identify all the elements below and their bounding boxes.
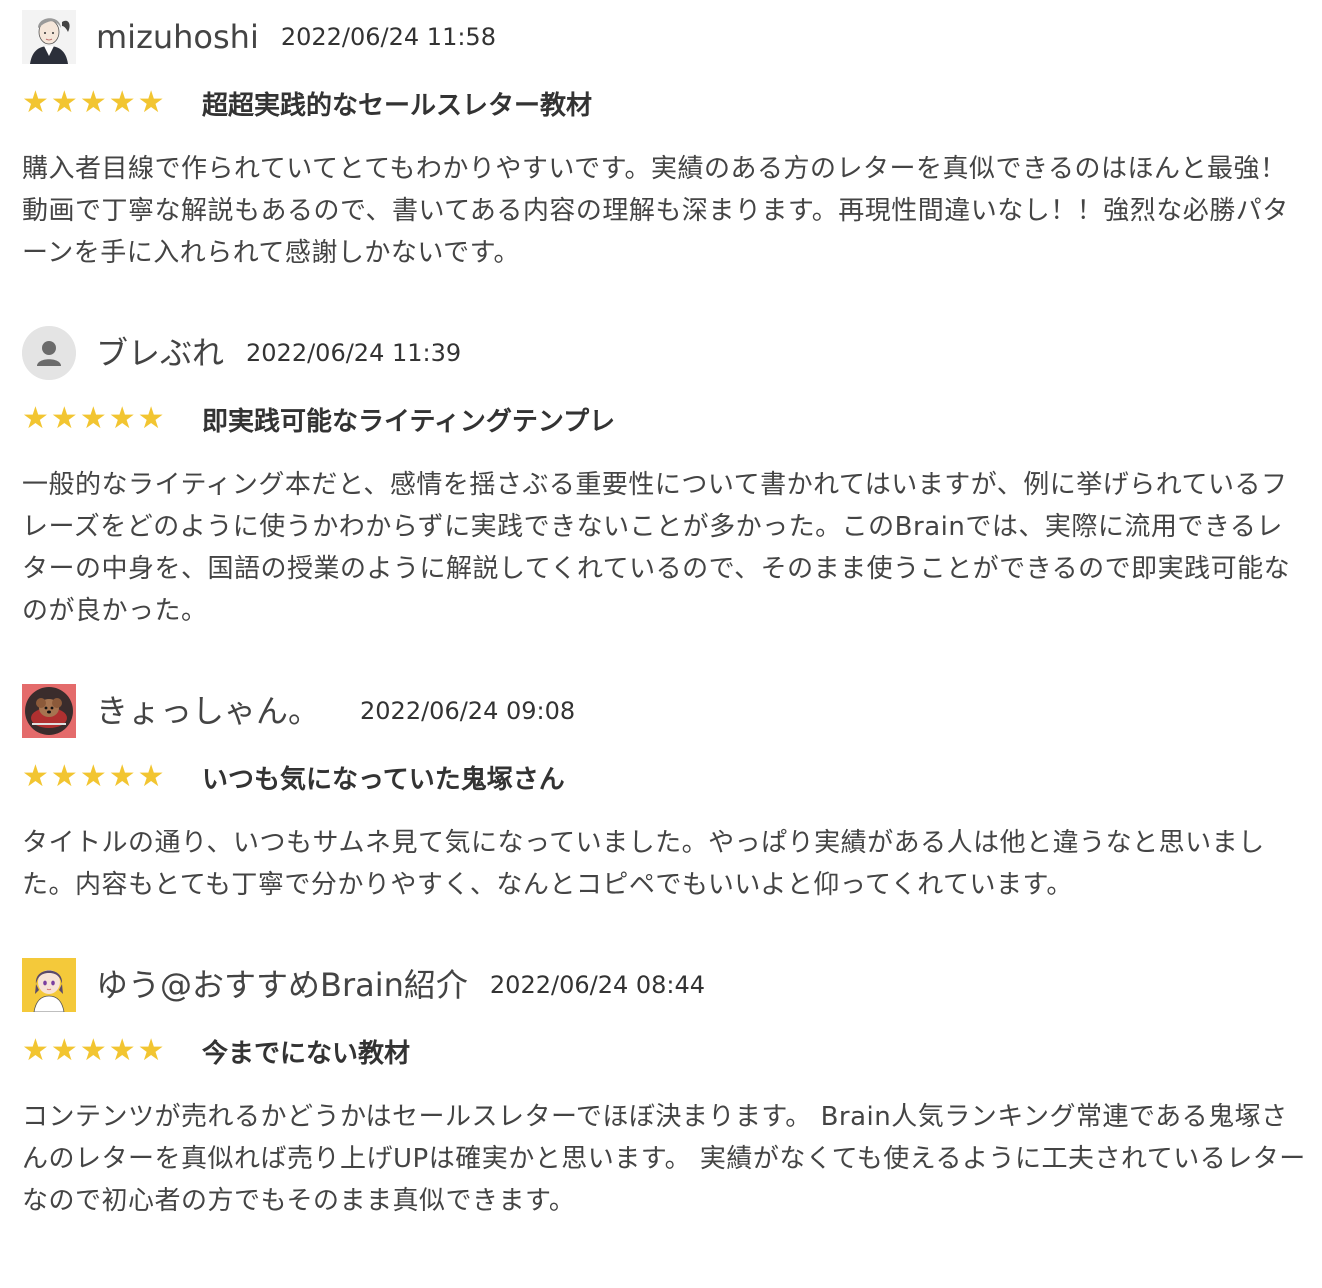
star-icon: ★ — [108, 1033, 136, 1068]
star-rating: ★ ★ ★ ★ ★ — [22, 1036, 180, 1066]
star-icon: ★ — [50, 85, 78, 120]
review-body: コンテンツが売れるかどうかはセールスレターでほぼ決まります。 Brain人気ラン… — [22, 1102, 1306, 1216]
review-body: タイトルの通り、いつもサムネ見て気になっていました。やっぱり実績がある人は他と違… — [22, 828, 1265, 900]
star-icon: ★ — [79, 1033, 107, 1068]
username[interactable]: ブレぶれ — [96, 337, 224, 369]
star-rating: ★ ★ ★ ★ ★ — [22, 88, 180, 118]
star-icon: ★ — [22, 401, 49, 436]
star-icon: ★ — [79, 85, 107, 120]
review-title: いつも気になっていた鬼塚さん — [202, 764, 565, 795]
username[interactable]: mizuhoshi — [96, 21, 259, 53]
review-item: ゆう@おすすめBrain紹介 2022/06/24 08:44 ★ ★ ★ ★ … — [22, 958, 1307, 1222]
review-body: 購入者目線で作られていてとてもわかりやすいです。実績のある方のレターを真似できる… — [22, 154, 1289, 268]
star-icon: ★ — [50, 401, 78, 436]
review-title: 今までにない教材 — [202, 1038, 411, 1069]
star-icon: ★ — [22, 1033, 49, 1068]
review-item: mizuhoshi 2022/06/24 11:58 ★ ★ ★ ★ ★ 超超実… — [22, 10, 1307, 274]
star-icon: ★ — [50, 759, 78, 794]
star-icon: ★ — [137, 401, 165, 436]
star-rating: ★ ★ ★ ★ ★ — [22, 762, 180, 792]
username[interactable]: ゆう@おすすめBrain紹介 — [96, 969, 468, 1001]
star-icon: ★ — [108, 85, 136, 120]
star-icon: ★ — [79, 401, 107, 436]
star-icon: ★ — [22, 759, 49, 794]
review-item: ブレぶれ 2022/06/24 11:39 ★ ★ ★ ★ ★ 即実践可能なライ… — [22, 326, 1307, 632]
review-title: 即実践可能なライティングテンプレ — [202, 406, 616, 437]
review-header: きょっしゃん。 2022/06/24 09:08 — [22, 684, 1307, 738]
username[interactable]: きょっしゃん。 — [96, 695, 320, 727]
star-icon: ★ — [108, 759, 136, 794]
default-user-icon[interactable] — [22, 326, 76, 380]
dog-photo-avatar[interactable] — [22, 684, 76, 738]
star-icon: ★ — [137, 1033, 165, 1068]
review-header: ゆう@おすすめBrain紹介 2022/06/24 08:44 — [22, 958, 1307, 1012]
review-date: 2022/06/24 11:39 — [246, 339, 462, 367]
star-rating: ★ ★ ★ ★ ★ — [22, 404, 180, 434]
star-icon: ★ — [79, 759, 107, 794]
review-date: 2022/06/24 08:44 — [489, 971, 706, 999]
review-title-row: ★ ★ ★ ★ ★ いつも気になっていた鬼塚さん — [22, 758, 1307, 796]
review-body: 一般的なライティング本だと、感情を揺さぶる重要性について書かれてはいますが、例に… — [22, 470, 1291, 626]
star-icon: ★ — [137, 85, 165, 120]
star-icon: ★ — [22, 85, 49, 120]
review-title: 超超実践的なセールスレター教材 — [202, 90, 593, 121]
star-icon: ★ — [50, 1033, 78, 1068]
star-icon: ★ — [108, 401, 136, 436]
review-title-row: ★ ★ ★ ★ ★ 超超実践的なセールスレター教材 — [22, 84, 1307, 122]
review-date: 2022/06/24 11:58 — [280, 23, 496, 51]
review-header: ブレぶれ 2022/06/24 11:39 — [22, 326, 1307, 380]
review-title-row: ★ ★ ★ ★ ★ 今までにない教材 — [22, 1032, 1307, 1070]
review-title-row: ★ ★ ★ ★ ★ 即実践可能なライティングテンプレ — [22, 400, 1307, 438]
review-item: きょっしゃん。 2022/06/24 09:08 ★ ★ ★ ★ ★ いつも気に… — [22, 684, 1307, 906]
user-avatar-illustration-man[interactable] — [22, 10, 76, 64]
star-icon: ★ — [137, 759, 165, 794]
review-list: mizuhoshi 2022/06/24 11:58 ★ ★ ★ ★ ★ 超超実… — [22, 10, 1307, 1222]
review-date: 2022/06/24 09:08 — [360, 697, 576, 725]
user-avatar-illustration-girl[interactable] — [22, 958, 76, 1012]
review-header: mizuhoshi 2022/06/24 11:58 — [22, 10, 1307, 64]
